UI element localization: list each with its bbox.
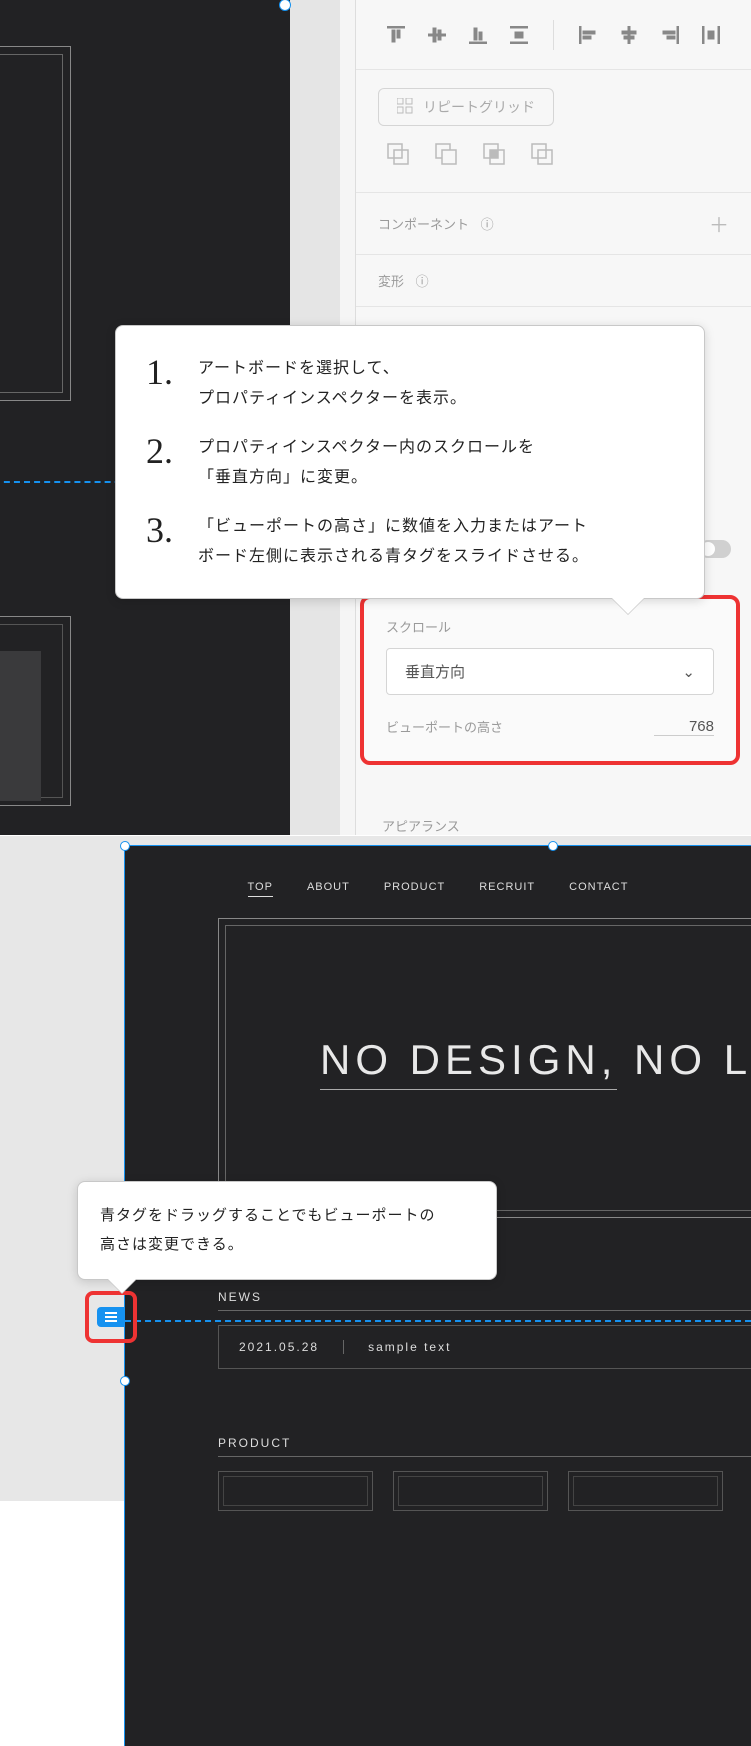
info-icon[interactable]: ⓘ <box>481 217 494 232</box>
align-bottom-icon[interactable] <box>467 22 490 48</box>
product-card <box>218 1471 373 1511</box>
separator <box>343 1340 344 1354</box>
viewport-height-label: ビューポートの高さ <box>386 717 503 736</box>
selection-handle[interactable] <box>120 1376 130 1386</box>
appearance-section: アピアランス <box>360 800 740 835</box>
selection-handle[interactable] <box>548 841 558 851</box>
step-2-number: 2. <box>146 433 180 469</box>
hero-headline: NO DESIGN, NO LIFE <box>320 1036 751 1084</box>
scroll-panel: スクロール 垂直方向 ⌄ ビューポートの高さ <box>360 595 740 765</box>
align-top-icon[interactable] <box>384 22 407 48</box>
step-3-number: 3. <box>146 512 180 548</box>
bool-subtract-icon[interactable] <box>434 142 462 170</box>
info-icon[interactable]: ⓘ <box>416 274 429 289</box>
product-card <box>568 1471 723 1511</box>
news-heading: NEWS <box>218 1290 751 1311</box>
distribute-v-icon[interactable] <box>508 22 531 48</box>
news-item: 2021.05.28 sample text <box>218 1325 751 1369</box>
step-1-text: アートボードを選択して、プロパティインスペクターを表示。 <box>198 354 467 415</box>
news-text: sample text <box>368 1340 451 1354</box>
instruction-tooltip: 1. アートボードを選択して、プロパティインスペクターを表示。 2. プロパティ… <box>115 325 705 599</box>
distribute-h-icon[interactable] <box>700 22 723 48</box>
nav-product[interactable]: PRODUCT <box>384 881 445 897</box>
bool-exclude-icon[interactable] <box>530 142 558 170</box>
product-card <box>393 1471 548 1511</box>
product-heading: PRODUCT <box>218 1436 751 1457</box>
align-left-icon[interactable] <box>576 22 599 48</box>
toolbar-separator <box>553 20 554 50</box>
bool-union-icon[interactable] <box>386 142 414 170</box>
viewport-guide-line <box>125 1320 751 1322</box>
selection-handle[interactable] <box>120 841 130 851</box>
viewport-drag-handle[interactable] <box>97 1307 125 1327</box>
scroll-direction-value: 垂直方向 <box>405 661 465 682</box>
viewport-tag-highlight <box>85 1291 137 1343</box>
add-component-button[interactable]: ＋ <box>709 209 729 238</box>
scroll-direction-select[interactable]: 垂直方向 ⌄ <box>386 648 714 695</box>
site-nav: TOP ABOUT PRODUCT RECRUIT CONTACT <box>125 881 751 897</box>
align-vcenter-icon[interactable] <box>425 22 448 48</box>
nav-recruit[interactable]: RECRUIT <box>479 881 535 897</box>
transform-label: 変形 <box>378 274 404 289</box>
step-2-text: プロパティインスペクター内のスクロールを「垂直方向」に変更。 <box>198 433 535 494</box>
step-3-text: 「ビューポートの高さ」に数値を入力またはアートボード左側に表示される青タグをスラ… <box>198 512 589 573</box>
nav-about[interactable]: ABOUT <box>307 881 350 897</box>
step-1-number: 1. <box>146 354 180 390</box>
news-date: 2021.05.28 <box>239 1340 319 1354</box>
align-right-icon[interactable] <box>658 22 681 48</box>
nav-contact[interactable]: CONTACT <box>569 881 628 897</box>
align-hcenter-icon[interactable] <box>617 22 640 48</box>
repeat-grid-button[interactable]: リピートグリッド <box>378 88 554 126</box>
viewport-height-input[interactable] <box>654 718 714 736</box>
grid-icon <box>397 98 413 117</box>
transform-section: 変形 ⓘ <box>356 255 751 307</box>
news-section: NEWS 2021.05.28 sample text <box>218 1290 751 1369</box>
image-placeholder <box>0 651 41 801</box>
chevron-down-icon: ⌄ <box>682 663 695 681</box>
product-section: PRODUCT <box>218 1436 751 1511</box>
component-section: コンポーネント ⓘ ＋ <box>356 193 751 255</box>
scroll-label: スクロール <box>386 617 714 636</box>
hero-frame-inner <box>0 54 63 393</box>
nav-top[interactable]: TOP <box>248 881 273 897</box>
align-toolbar <box>356 0 751 70</box>
bool-intersect-icon[interactable] <box>482 142 510 170</box>
drag-instruction-tooltip: 青タグをドラッグすることでもビューポートの高さは変更できる。 <box>77 1181 497 1280</box>
repeat-grid-label: リピートグリッド <box>423 97 535 117</box>
component-label: コンポーネント <box>378 217 469 232</box>
